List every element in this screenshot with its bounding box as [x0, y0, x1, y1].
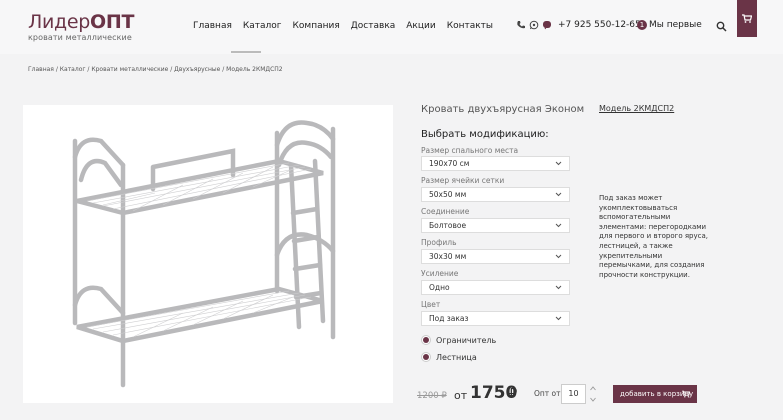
nav-item-contacts[interactable]: Контакты — [447, 21, 493, 31]
field-label-mesh-size: Размер ячейки сетки — [421, 176, 505, 185]
phone-icon[interactable] — [516, 20, 526, 30]
select-reinforcement[interactable]: Одно — [421, 280, 570, 295]
cart-icon — [742, 14, 752, 23]
checkbox-control[interactable] — [421, 335, 431, 345]
field-label-profile: Профиль — [421, 238, 457, 247]
field-label-sleep-size: Размер спального места — [421, 146, 519, 155]
checkbox-control[interactable] — [421, 352, 431, 362]
select-value: Болтовое — [429, 221, 467, 230]
phone-number[interactable]: +7 925 550-12-65 — [558, 20, 641, 30]
add-to-cart-button[interactable]: добавить в корзину — [613, 385, 697, 403]
nav-item-catalog[interactable]: Каталог — [243, 21, 282, 31]
nav-active-indicator — [231, 51, 261, 53]
price-currency: ₽ — [509, 387, 518, 402]
bunk-bed-illustration — [72, 120, 336, 388]
nav-item-promotions[interactable]: Акции — [406, 21, 435, 31]
nav-item-company[interactable]: Компания — [293, 21, 340, 31]
quantity-label: Опт от — [534, 389, 561, 398]
logo-text: ЛидерОПТ — [28, 11, 135, 33]
field-label-connection: Соединение — [421, 207, 470, 216]
breadcrumb[interactable]: Главная / Каталог / Кровати металлически… — [28, 66, 283, 73]
badge-label: Мы первые — [649, 20, 702, 30]
logo-tagline: кровати металлические — [28, 33, 132, 42]
price-from-label: от — [454, 389, 468, 402]
select-color[interactable]: Под заказ — [421, 311, 570, 326]
select-connection[interactable]: Болтовое — [421, 218, 570, 233]
badge-count: 1 — [637, 20, 647, 30]
cart-icon — [682, 390, 690, 398]
select-value: 50х50 мм — [429, 190, 467, 199]
select-value: 30х30 мм — [429, 252, 467, 261]
contacts: +7 925 550-12-65 — [516, 20, 641, 30]
model-link[interactable]: Модель 2КМДСП2 — [599, 104, 674, 113]
checkbox-label: Лестница — [436, 352, 477, 362]
product-image — [23, 105, 393, 403]
nav-item-delivery[interactable]: Доставка — [351, 21, 396, 31]
choose-modification-label: Выбрать модификацию: — [421, 129, 549, 140]
chevron-down-icon — [555, 254, 562, 259]
search-icon[interactable] — [716, 21, 727, 32]
chevron-down-icon — [555, 192, 562, 197]
chevron-down-icon — [555, 223, 562, 228]
select-profile[interactable]: 30х30 мм — [421, 249, 570, 264]
quantity-stepper[interactable] — [589, 384, 597, 404]
old-price: 1200 ₽ — [417, 391, 447, 401]
field-label-color: Цвет — [421, 300, 441, 309]
select-value: Одно — [429, 283, 450, 292]
select-value: 190х70 см — [429, 159, 470, 168]
nav-item-home[interactable]: Главная — [193, 21, 232, 31]
header: ЛидерОПТ кровати металлические Главная К… — [0, 0, 783, 54]
checkbox-ladder[interactable]: Лестница — [421, 352, 477, 362]
chevron-down-icon — [555, 316, 562, 321]
chevron-down-icon — [555, 161, 562, 166]
chevron-down-icon — [555, 285, 562, 290]
checkbox-label: Ограничитель — [436, 335, 497, 345]
select-sleep-size[interactable]: 190х70 см — [421, 156, 570, 171]
main-nav: Главная Каталог Компания Доставка Акции … — [193, 21, 493, 31]
custom-order-note: Под заказ может укомплектовываться вспом… — [599, 194, 709, 279]
select-mesh-size[interactable]: 50х50 мм — [421, 187, 570, 202]
checkbox-limiter[interactable]: Ограничитель — [421, 335, 496, 345]
logo[interactable]: ЛидерОПТ кровати металлические — [28, 12, 134, 42]
product-title: Кровать двухъярусная Эконом — [421, 104, 585, 115]
first-badge: 1 Мы первые — [637, 20, 702, 30]
header-cart-button[interactable] — [737, 0, 757, 37]
viber-icon[interactable] — [542, 20, 552, 30]
field-label-reinforcement: Усиление — [421, 269, 459, 278]
checkbox-checked-dot — [423, 337, 429, 343]
whatsapp-icon[interactable] — [529, 20, 539, 30]
select-value: Под заказ — [429, 314, 469, 323]
quantity-input[interactable]: 10 — [561, 384, 586, 404]
checkbox-checked-dot — [423, 354, 429, 360]
